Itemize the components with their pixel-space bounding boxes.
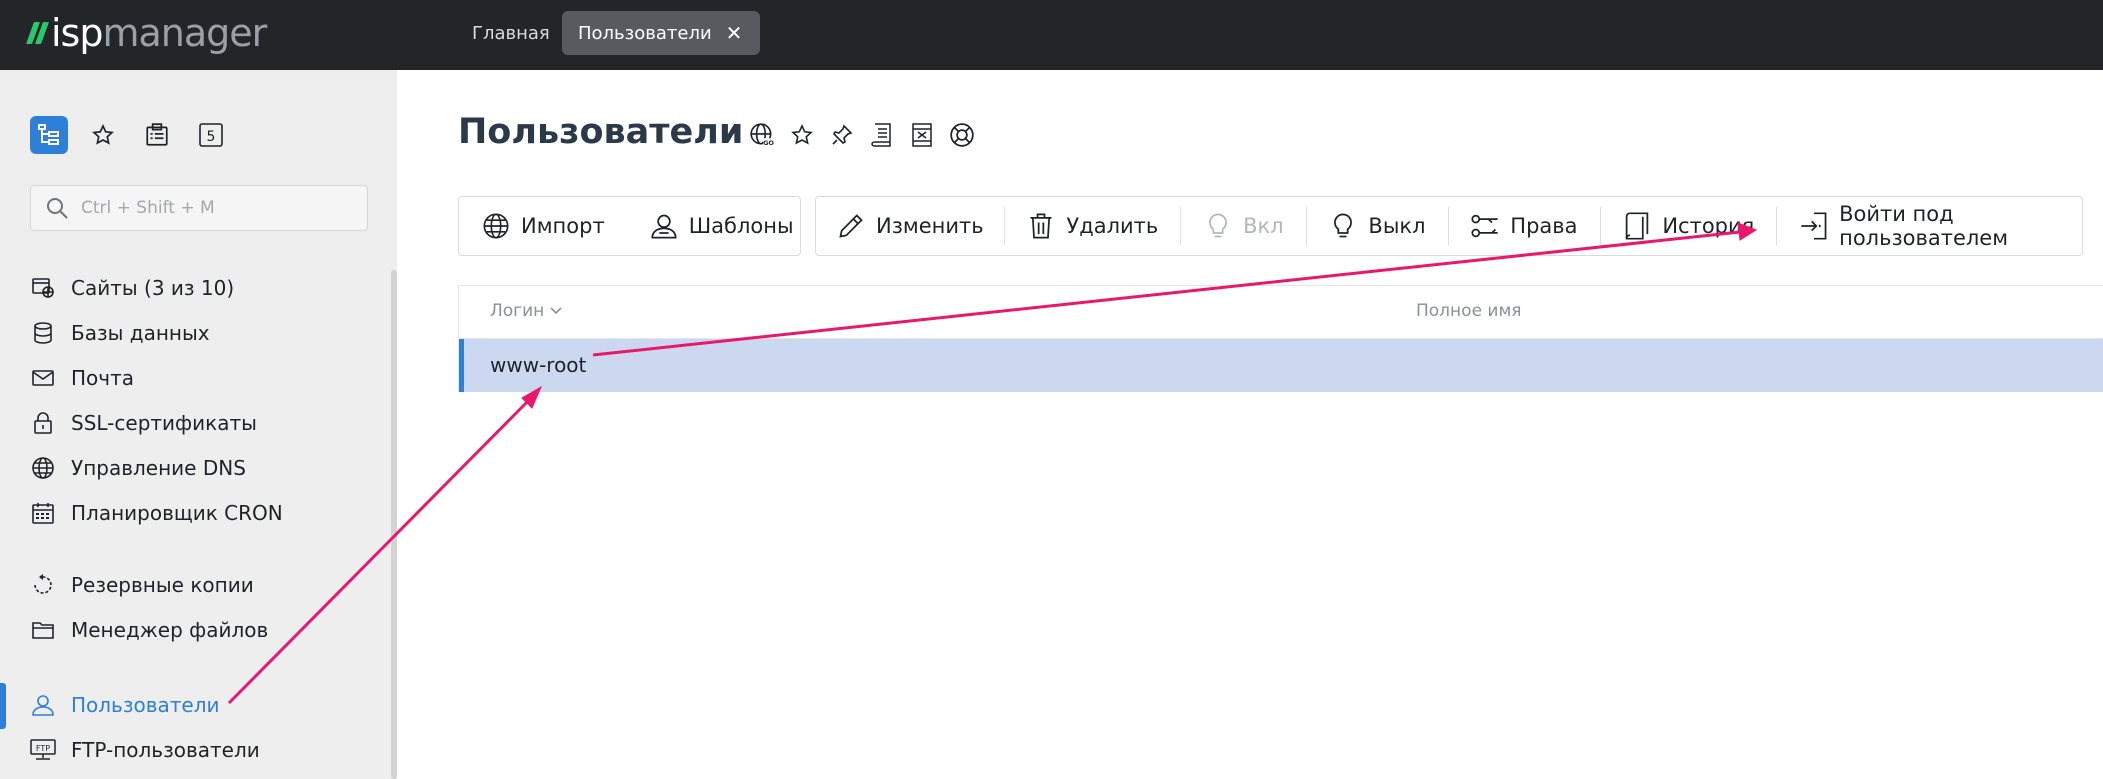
import-label: Импорт	[521, 214, 605, 238]
lock-icon	[30, 410, 56, 436]
notifications-counter[interactable]: 5	[192, 116, 230, 154]
history-icon	[1622, 211, 1652, 241]
sidebar-item-sites[interactable]: Сайты (3 из 10)	[30, 273, 234, 303]
permissions-label: Права	[1510, 214, 1578, 238]
sidebar-item-label: Резервные копии	[71, 573, 254, 597]
column-header-login[interactable]: Логин	[490, 301, 562, 321]
help-icon[interactable]	[948, 121, 976, 149]
permissions-icon	[1470, 211, 1500, 241]
login-as-user-button[interactable]: Войти под пользователем	[1777, 197, 2082, 255]
column-header-label: Полное имя	[1416, 301, 1522, 321]
user-template-icon	[649, 211, 679, 241]
tab-users[interactable]: Пользователи ✕	[562, 11, 761, 55]
history-button[interactable]: История	[1600, 197, 1776, 255]
trash-icon	[1026, 211, 1056, 241]
sidebar-item-cron[interactable]: Планировщик CRON	[30, 498, 283, 528]
login-as-user-label: Войти под пользователем	[1839, 202, 2009, 250]
search-icon	[45, 196, 69, 220]
templates-label: Шаблоны	[688, 214, 794, 238]
delete-button[interactable]: Удалить	[1004, 197, 1180, 255]
row-selected-marker	[459, 339, 464, 392]
sidebar-item-label: Управление DNS	[71, 456, 246, 480]
sidebar-item-label: SSL-сертификаты	[71, 411, 257, 435]
delete-label: Удалить	[1066, 214, 1159, 238]
sidebar-item-label: Базы данных	[71, 321, 210, 345]
users-table: Логин Полное имя www-root	[458, 285, 2103, 392]
list-icon[interactable]	[868, 121, 896, 149]
folder-icon	[30, 617, 56, 643]
sidebar-item-backups[interactable]: Резервные копии	[30, 570, 254, 600]
templates-button[interactable]: Шаблоны	[627, 197, 816, 255]
ftp-icon: FTP	[30, 737, 56, 763]
toolbar-group-primary: Импорт Шаблоны	[458, 196, 801, 256]
top-bar: isp manager Главная Пользователи ✕	[0, 0, 2103, 70]
sidebar-item-databases[interactable]: Базы данных	[30, 318, 210, 348]
pin-icon[interactable]	[828, 121, 856, 149]
sidebar-scrollbar[interactable]	[391, 270, 397, 779]
web-icon[interactable]: GO	[748, 121, 776, 149]
sort-chevron-down-icon	[550, 301, 562, 321]
sidebar-item-label: FTP-пользователи	[71, 738, 260, 762]
logo-text-prefix: isp	[51, 11, 103, 55]
excel-icon[interactable]	[908, 121, 936, 149]
globe-icon	[30, 455, 56, 481]
backup-icon	[30, 572, 56, 598]
sidebar-item-ftp-users[interactable]: FTP FTP-пользователи	[30, 735, 260, 765]
sidebar-item-label: Пользователи	[71, 693, 220, 717]
clipboard-icon[interactable]	[138, 116, 176, 154]
sidebar-item-mail[interactable]: Почта	[30, 363, 134, 393]
logo-text-suffix: manager	[102, 11, 267, 55]
title-icon-bar: GO	[748, 121, 976, 149]
svg-text:5: 5	[207, 129, 216, 145]
app-logo[interactable]: isp manager	[25, 8, 267, 58]
sites-icon	[30, 275, 56, 301]
logo-mark-icon	[25, 22, 50, 44]
globe-icon	[481, 211, 511, 241]
disable-label: Выкл	[1368, 214, 1426, 238]
permissions-button[interactable]: Права	[1448, 197, 1599, 255]
sidebar-item-label: Планировщик CRON	[71, 501, 283, 525]
column-header-full-name[interactable]: Полное имя	[1416, 301, 1522, 321]
svg-text:FTP: FTP	[36, 744, 50, 753]
bulb-icon	[1203, 211, 1233, 241]
sidebar-item-ssl[interactable]: SSL-сертификаты	[30, 408, 257, 438]
mail-icon	[30, 365, 56, 391]
enable-label: Вкл	[1243, 214, 1284, 238]
database-icon	[30, 320, 56, 346]
sidebar-search	[30, 185, 368, 231]
import-button[interactable]: Импорт	[459, 197, 627, 255]
sidebar-item-file-manager[interactable]: Менеджер файлов	[30, 615, 268, 645]
column-header-label: Логин	[490, 301, 545, 321]
tab-home[interactable]: Главная	[472, 23, 550, 44]
svg-text:GO: GO	[763, 139, 774, 147]
sidebar-item-users[interactable]: Пользователи	[30, 690, 220, 720]
pencil-icon	[836, 211, 866, 241]
star-icon[interactable]	[84, 116, 122, 154]
disable-button[interactable]: Выкл	[1306, 197, 1447, 255]
user-icon	[30, 692, 56, 718]
history-label: История	[1662, 214, 1755, 238]
toolbar-group-actions: Изменить Удалить Вкл Выкл Права История …	[815, 196, 2083, 256]
enable-button[interactable]: Вкл	[1181, 197, 1306, 255]
active-indicator	[0, 683, 6, 729]
sidebar-item-dns[interactable]: Управление DNS	[30, 453, 246, 483]
cell-login: www-root	[490, 353, 587, 377]
close-icon[interactable]: ✕	[726, 23, 743, 43]
sidebar-item-label: Менеджер файлов	[71, 618, 269, 642]
table-row[interactable]: www-root	[459, 339, 2103, 392]
tab-users-label: Пользователи	[578, 22, 712, 44]
star-icon[interactable]	[788, 121, 816, 149]
sidebar-item-label: Почта	[71, 366, 134, 390]
sidebar-item-label: Сайты (3 из 10)	[71, 276, 235, 300]
page-title: Пользователи	[458, 112, 744, 152]
search-input[interactable]	[79, 197, 353, 219]
edit-button[interactable]: Изменить	[816, 197, 1004, 255]
edit-label: Изменить	[876, 214, 984, 238]
calendar-icon	[30, 500, 56, 526]
bulb-off-icon	[1328, 211, 1358, 241]
table-header: Логин Полное имя	[459, 286, 2103, 339]
tree-icon[interactable]	[30, 116, 68, 154]
login-icon	[1799, 211, 1829, 241]
sidebar-quick-toolbar: 5	[30, 116, 230, 154]
